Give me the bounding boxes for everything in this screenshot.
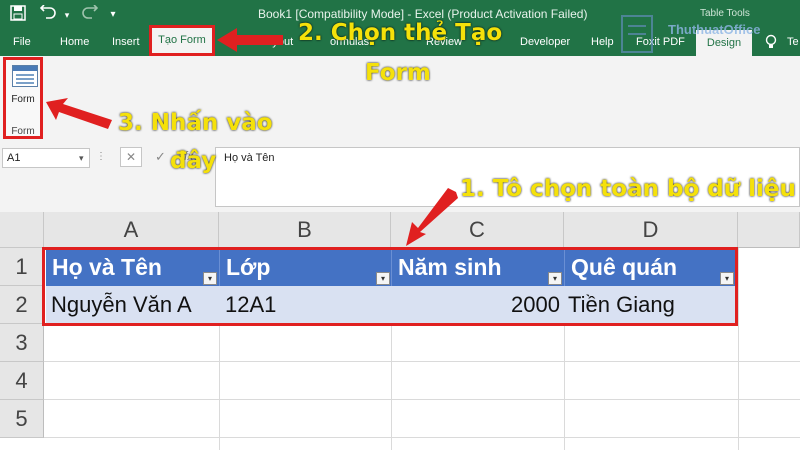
select-all-corner[interactable] <box>0 212 44 248</box>
column-header-a[interactable]: A <box>44 212 219 248</box>
row-header-3[interactable]: 3 <box>0 324 44 362</box>
row-header-1[interactable]: 1 <box>0 248 44 286</box>
excel-window: ▾ ▾ Book1 [Compatibility Mode] - Excel (… <box>0 0 800 450</box>
annotation-step2-line1: 2. Chọn thẻ Tạo <box>298 20 503 46</box>
annotation-step2-line2: Form <box>365 60 431 86</box>
tab-file[interactable]: File <box>13 36 31 48</box>
name-box-value: A1 <box>7 152 21 164</box>
gridline <box>44 399 800 400</box>
tab-help[interactable]: Help <box>591 36 614 48</box>
arrow-step1 <box>406 188 458 246</box>
enter-entry-button[interactable]: ✓ <box>155 149 166 165</box>
tab-tao-form-label: Tạo Form <box>158 34 206 46</box>
tab-developer[interactable]: Developer <box>520 36 570 48</box>
chevron-down-icon[interactable]: ▾ <box>79 149 84 167</box>
formula-bar-grip-icon[interactable]: ⋮ <box>96 151 106 162</box>
gridline <box>44 437 800 438</box>
row-header-4[interactable]: 4 <box>0 362 44 400</box>
row-header-2[interactable]: 2 <box>0 286 44 324</box>
form-group-label: Form <box>11 126 35 137</box>
form-button-label: Form <box>11 94 35 105</box>
gridline <box>738 248 739 450</box>
row-header-5[interactable]: 5 <box>0 400 44 438</box>
cancel-entry-button[interactable]: ✕ <box>120 147 142 167</box>
redo-icon[interactable] <box>82 4 99 25</box>
column-header-b[interactable]: B <box>219 212 391 248</box>
arrow-step3 <box>46 98 112 129</box>
form-button[interactable]: Form Form <box>3 57 43 139</box>
customize-toolbar-icon[interactable]: ▾ <box>106 5 120 25</box>
name-box[interactable]: A1 ▾ <box>2 148 90 168</box>
tab-tao-form[interactable]: Tạo Form <box>149 25 215 56</box>
window-title: Book1 [Compatibility Mode] - Excel (Prod… <box>258 7 588 21</box>
annotation-step3-line1: 3. Nhấn vào <box>118 110 273 136</box>
column-header-e[interactable]: E <box>738 212 800 248</box>
data-selection-highlight <box>42 247 738 326</box>
undo-icon[interactable] <box>38 4 60 25</box>
form-icon <box>12 65 38 87</box>
gridline <box>44 361 800 362</box>
watermark-text: ThuthuatOffice <box>668 22 761 37</box>
column-header-d[interactable]: D <box>564 212 738 248</box>
annotation-step1: 1. Tô chọn toàn bộ dữ liệu <box>460 176 796 202</box>
annotation-step3-line2: đây <box>170 148 217 174</box>
tab-insert[interactable]: Insert <box>112 36 140 48</box>
undo-dropdown-icon[interactable]: ▾ <box>62 5 72 25</box>
tab-home[interactable]: Home <box>60 36 89 48</box>
arrow-step2 <box>217 28 283 52</box>
save-icon[interactable] <box>8 5 28 25</box>
